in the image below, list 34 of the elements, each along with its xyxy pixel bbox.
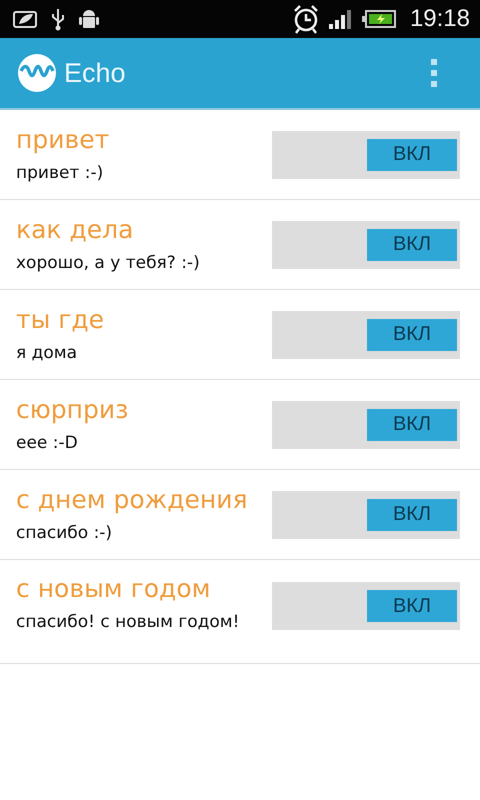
toggle-switch[interactable]: ВКЛ	[272, 490, 460, 538]
trigger-text: как дела	[16, 214, 134, 244]
usb-icon	[50, 7, 66, 31]
reply-text: спасибо :-)	[16, 522, 114, 544]
toggle-thumb: ВКЛ	[367, 408, 457, 440]
trigger-text: сюрприз	[16, 394, 128, 424]
reply-text: спасибо! с новым годом!	[16, 611, 240, 634]
notification-icon	[12, 9, 38, 29]
toggle-switch[interactable]: ВКЛ	[272, 582, 460, 630]
trigger-text: ты где	[16, 304, 104, 334]
toggle-switch[interactable]: ВКЛ	[272, 220, 460, 268]
toggle-thumb: ВКЛ	[367, 138, 457, 170]
battery-icon	[362, 9, 396, 29]
signal-icon	[328, 8, 354, 30]
toggle-switch[interactable]: ВКЛ	[272, 400, 460, 448]
toggle-thumb: ВКЛ	[367, 590, 457, 622]
trigger-text: с новым годом	[16, 574, 212, 604]
wave-logo-icon	[18, 54, 56, 92]
reply-text: хорошо, а у тебя? :-)	[16, 252, 200, 274]
clock-time: 19:18	[410, 5, 470, 33]
toggle-thumb: ВКЛ	[367, 228, 457, 260]
menu-icon[interactable]	[430, 58, 438, 88]
reply-text: я дома	[16, 342, 78, 364]
toggle-switch[interactable]: ВКЛ	[272, 310, 460, 358]
android-icon	[78, 7, 100, 31]
toggle-thumb: ВКЛ	[367, 498, 457, 530]
app-title: Echo	[64, 58, 127, 88]
toggle-thumb: ВКЛ	[367, 318, 457, 350]
trigger-text: привет	[16, 124, 110, 154]
alarm-icon	[292, 4, 320, 34]
toggle-switch[interactable]: ВКЛ	[272, 130, 460, 178]
trigger-text: с днем рождения	[16, 484, 248, 514]
reply-text: привет :-)	[16, 162, 104, 184]
reply-text: еее :-D	[16, 432, 79, 454]
